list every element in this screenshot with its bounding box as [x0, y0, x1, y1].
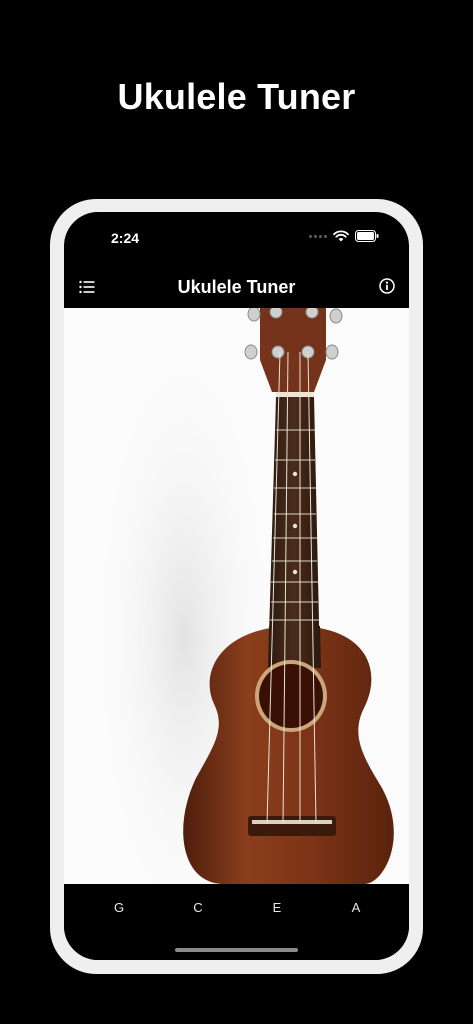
wifi-icon: [333, 230, 349, 242]
home-indicator[interactable]: [175, 948, 298, 952]
nav-bar: Ukulele Tuner: [64, 266, 409, 308]
tab-string-a[interactable]: A: [336, 900, 376, 915]
tab-string-g[interactable]: G: [99, 900, 139, 915]
info-icon[interactable]: [379, 278, 395, 294]
ukulele-image: [94, 308, 394, 884]
ukulele-photo: [64, 308, 409, 884]
battery-icon: [355, 230, 379, 242]
promo-headline: Ukulele Tuner: [117, 76, 356, 117]
status-icons: [309, 230, 379, 242]
tab-string-e[interactable]: E: [257, 900, 297, 915]
phone-screen: 2:24 Ukulele Tuner G C E A: [64, 212, 409, 960]
status-time: 2:24: [111, 230, 140, 246]
nav-title: Ukulele Tuner: [177, 277, 296, 297]
tab-string-c[interactable]: C: [178, 900, 218, 915]
signal-icon: [309, 234, 327, 238]
